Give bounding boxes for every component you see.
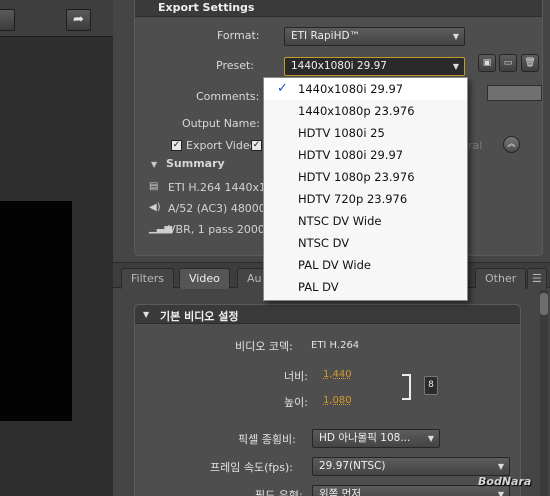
preset-menu-item[interactable]: PAL DV Wide	[264, 254, 467, 276]
speaker-icon: ◀)	[149, 202, 161, 213]
preview-video-area	[0, 201, 72, 421]
menu-icon: ☰	[532, 272, 542, 285]
vertical-scrollbar[interactable]	[540, 290, 548, 496]
watermark-logo: BodNara	[478, 475, 532, 488]
field-type-value: 위쪽 먼저	[319, 488, 361, 496]
output-name-label: Output Name:	[182, 117, 260, 130]
preset-menu-item[interactable]: HDTV 1080i 29.97	[264, 144, 467, 166]
chevron-down-icon: ▼	[497, 462, 504, 471]
comments-field[interactable]	[487, 85, 542, 101]
delete-preset-button[interactable]: 🗑	[521, 54, 539, 72]
arrow-right-icon: ➦	[73, 12, 84, 27]
export-settings-header: Export Settings	[135, 0, 542, 17]
frame-rate-value: 29.97(NTSC)	[319, 460, 386, 472]
tab-filters[interactable]: Filters	[121, 268, 174, 289]
preset-menu-item-label: HDTV 1080i 29.97	[298, 148, 404, 162]
preview-toolbar: ➦	[0, 0, 113, 36]
tab-video[interactable]: Video	[179, 268, 230, 289]
basic-video-title: 기본 비디오 설정	[160, 310, 239, 323]
pixel-aspect-value: HD 아나몰픽 108...	[319, 432, 411, 444]
chevron-up-icon: ︽	[507, 139, 516, 148]
preset-menu-item[interactable]: NTSC DV	[264, 232, 467, 254]
format-dropdown[interactable]: ETI RapiHD™ ▼	[284, 27, 465, 46]
aspect-link-bracket	[402, 374, 411, 400]
video-codec-label: 비디오 코덱:	[235, 340, 293, 353]
summary-title: Summary	[166, 157, 225, 170]
basic-video-settings-panel: ▼ 기본 비디오 설정 비디오 코덱: ETI H.264 너비: 1,440 …	[134, 304, 521, 496]
export-video-checkbox[interactable]: ✓	[171, 140, 182, 151]
height-label: 높이:	[284, 396, 308, 409]
summary-audio-line: A/52 (AC3) 48000H	[168, 202, 275, 215]
preset-menu-item[interactable]: 1440x1080p 23.976	[264, 100, 467, 122]
triangle-down-icon[interactable]: ▼	[151, 160, 157, 169]
preset-menu-item-label: 1440x1080p 23.976	[298, 104, 415, 118]
export-audio-partial-label: ral	[468, 139, 483, 152]
preview-frame	[0, 36, 113, 496]
preset-menu-item[interactable]: HDTV 720p 23.976	[264, 188, 467, 210]
preset-menu-item-label: PAL DV	[298, 280, 339, 294]
tab-other[interactable]: Other	[475, 268, 527, 289]
scrollbar-thumb[interactable]	[540, 293, 548, 315]
toolbar-segment-button[interactable]	[0, 9, 15, 31]
height-value[interactable]: 1,080	[323, 395, 352, 406]
preset-menu-item-label: 1440x1080i 29.97	[298, 82, 404, 96]
preset-menu-item[interactable]: NTSC DV Wide	[264, 210, 467, 232]
preset-value: 1440x1080i 29.97	[291, 60, 387, 72]
format-value: ETI RapiHD™	[291, 30, 361, 42]
preset-dropdown[interactable]: 1440x1080i 29.97 ▼	[284, 57, 465, 76]
chevron-down-icon: ▼	[452, 62, 459, 71]
film-icon: ▤	[149, 181, 159, 192]
export-video-label: Export Video	[186, 139, 257, 152]
trash-icon: 🗑	[524, 58, 536, 68]
preset-menu-item[interactable]: PAL DV	[264, 276, 467, 298]
folder-icon: ▭	[503, 58, 513, 68]
preset-menu-item-label: NTSC DV Wide	[298, 214, 382, 228]
forward-arrow-button[interactable]: ➦	[66, 9, 91, 31]
chevron-down-icon: ▼	[427, 434, 434, 443]
preset-dropdown-menu: ✓ 1440x1080i 29.97 1440x1080p 23.976 HDT…	[263, 77, 468, 301]
save-icon: ▣	[482, 58, 492, 68]
checkmark-icon: ✓	[277, 81, 288, 96]
preview-pane: ➦	[0, 0, 113, 496]
frame-rate-dropdown[interactable]: 29.97(NTSC) ▼	[312, 457, 510, 476]
video-codec-value: ETI H.264	[311, 340, 360, 351]
save-preset-button[interactable]: ▣	[478, 54, 496, 72]
preset-menu-item-label: HDTV 1080i 25	[298, 126, 385, 140]
field-type-label: 필드 유형:	[255, 489, 303, 496]
summary-bitrate-line: VBR, 1 pass 20000	[168, 223, 272, 236]
basic-video-header[interactable]: ▼ 기본 비디오 설정	[135, 305, 520, 324]
chain-link-icon: 8	[428, 380, 434, 390]
export-settings-title: Export Settings	[158, 1, 255, 14]
tab-overflow-button[interactable]: ☰	[527, 268, 547, 289]
preset-menu-item[interactable]: HDTV 1080i 25	[264, 122, 467, 144]
pixel-aspect-label: 픽셀 종횡비:	[238, 433, 296, 446]
preset-menu-item-label: HDTV 720p 23.976	[298, 192, 408, 206]
width-label: 너비:	[284, 370, 308, 383]
comments-label: Comments:	[196, 90, 260, 103]
format-label: Format:	[217, 29, 260, 42]
width-value[interactable]: 1,440	[323, 369, 352, 380]
pixel-aspect-dropdown[interactable]: HD 아나몰픽 108... ▼	[312, 429, 440, 448]
expand-collapse-button[interactable]: ︽	[503, 136, 520, 153]
triangle-down-icon: ▼	[143, 310, 150, 319]
preset-menu-item[interactable]: HDTV 1080p 23.976	[264, 166, 467, 188]
preset-menu-item-label: HDTV 1080p 23.976	[298, 170, 415, 184]
constrain-proportions-button[interactable]: 8	[424, 376, 438, 395]
preset-menu-item-label: PAL DV Wide	[298, 258, 371, 272]
preset-label: Preset:	[216, 59, 255, 72]
export-audio-checkbox[interactable]: ✓	[251, 140, 262, 151]
preset-menu-item[interactable]: ✓ 1440x1080i 29.97	[264, 78, 467, 100]
preset-menu-item-label: NTSC DV	[298, 236, 350, 250]
import-preset-button[interactable]: ▭	[499, 54, 517, 72]
frame-rate-label: 프레임 속도(fps):	[210, 461, 293, 474]
chevron-down-icon: ▼	[452, 32, 459, 41]
